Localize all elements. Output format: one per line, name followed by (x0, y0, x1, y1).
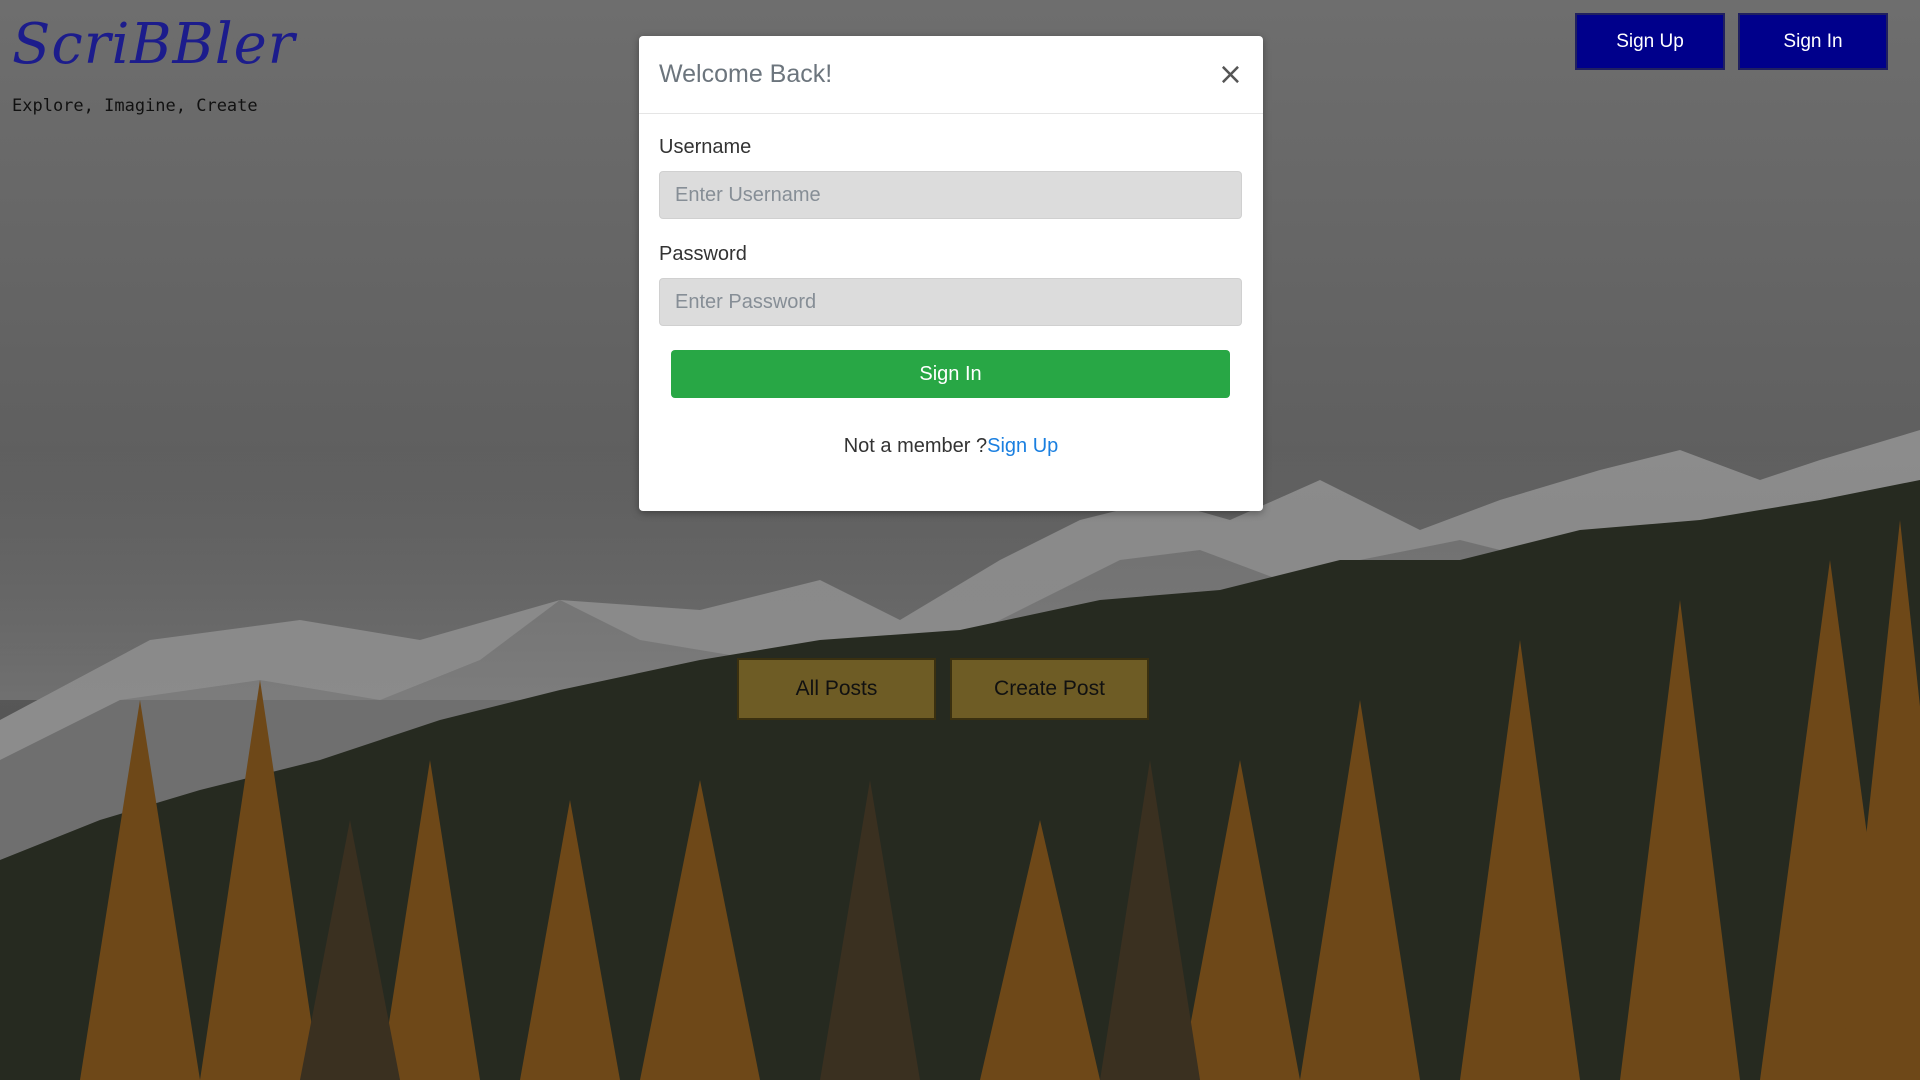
not-member-text: Not a member ? (843, 435, 988, 457)
close-icon[interactable]: × (1218, 59, 1243, 90)
modal-header: Welcome Back! × (639, 36, 1263, 114)
password-input[interactable] (659, 278, 1242, 326)
signup-button[interactable]: Sign Up (1575, 13, 1725, 70)
create-post-button[interactable]: Create Post (950, 658, 1149, 720)
signin-button[interactable]: Sign In (1738, 13, 1888, 70)
password-group: Password (659, 243, 1243, 326)
signup-prompt: Not a member ?Sign Up (659, 435, 1243, 458)
brand: ScriBBler Explore, Imagine, Create (12, 8, 296, 116)
username-label: Username (659, 136, 752, 158)
tagline: Explore, Imagine, Create (12, 96, 258, 116)
logo[interactable]: ScriBBler (12, 8, 296, 82)
post-actions: All Posts Create Post (737, 658, 1149, 720)
username-input[interactable] (659, 171, 1242, 219)
signup-link[interactable]: Sign Up (987, 435, 1058, 457)
password-label: Password (659, 243, 747, 265)
all-posts-button[interactable]: All Posts (737, 658, 936, 720)
login-modal: Welcome Back! × Username Password Sign I… (639, 36, 1263, 511)
modal-body: Username Password Sign In Not a member ?… (639, 114, 1263, 458)
header-auth-buttons: Sign Up Sign In (1575, 13, 1888, 70)
username-group: Username (659, 136, 1243, 219)
modal-title: Welcome Back! (659, 60, 833, 88)
submit-signin-button[interactable]: Sign In (671, 350, 1230, 398)
